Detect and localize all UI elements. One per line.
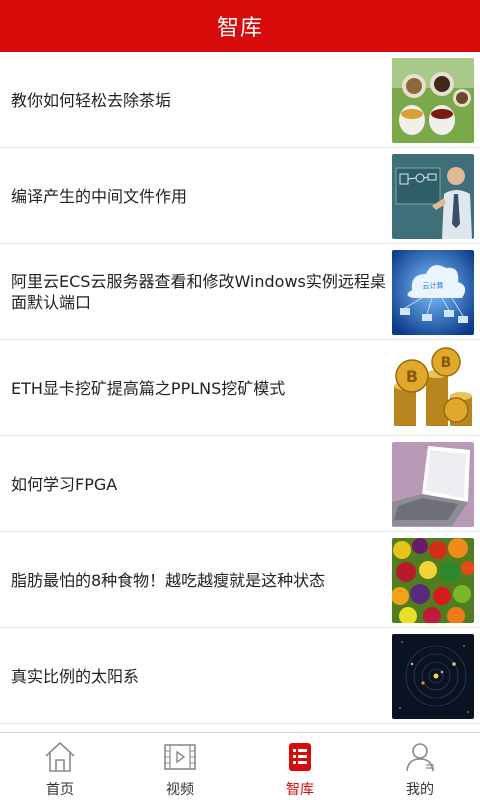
list-item[interactable]: 如何学习FPGA — [0, 436, 480, 532]
tab-label: 我的 — [406, 782, 434, 798]
tab-label: 智库 — [286, 782, 314, 798]
list-item[interactable]: 真实比例的太阳系 — [0, 628, 480, 724]
tab-zhiku[interactable]: 智库 — [240, 733, 360, 800]
list-item[interactable]: 编译产生的中间文件作用 — [0, 148, 480, 244]
article-title[interactable]: 脂肪最怕的8种食物！越吃越瘦就是这种状态 — [11, 532, 391, 628]
vegetables-fruits-image[interactable] — [392, 538, 474, 623]
businessman-whiteboard-image[interactable] — [392, 154, 474, 239]
bottom-tab-bar: 首页 视频 智库 我的 — [0, 732, 480, 800]
page-title: 智库 — [216, 16, 263, 41]
cloud-computing-image[interactable]: 云计算 — [392, 250, 474, 335]
user-icon — [406, 743, 434, 772]
app-header: 智库 — [0, 0, 480, 52]
tea-cups-image[interactable] — [392, 58, 474, 143]
svg-text:B: B — [441, 355, 452, 371]
article-title[interactable]: ETH显卡挖矿提高篇之PPLNS挖矿模式 — [11, 340, 391, 436]
tab-label: 首页 — [46, 782, 74, 798]
tab-label: 视频 — [166, 782, 194, 798]
article-list[interactable]: 教你如何轻松去除茶垢 编译产生的中间文件作用 阿里云ECS云服务器查看和修改Wi… — [0, 52, 480, 732]
tab-video[interactable]: 视频 — [120, 733, 240, 800]
tab-home[interactable]: 首页 — [0, 733, 120, 800]
solar-system-image[interactable] — [392, 634, 474, 719]
tab-mine[interactable]: 我的 — [360, 733, 480, 800]
list-item[interactable]: 阿里云ECS云服务器查看和修改Windows实例远程桌面默认端口 云计算 — [0, 244, 480, 340]
svg-text:B: B — [406, 367, 418, 386]
list-item[interactable]: 教你如何轻松去除茶垢 — [0, 52, 480, 148]
home-icon — [45, 742, 75, 772]
bitcoin-coins-image[interactable]: B B — [392, 346, 474, 431]
video-icon — [164, 744, 196, 770]
list-item[interactable]: 脂肪最怕的8种食物！越吃越瘦就是这种状态 — [0, 532, 480, 628]
list-item[interactable]: ETH显卡挖矿提高篇之PPLNS挖矿模式 B B — [0, 340, 480, 436]
article-title[interactable]: 真实比例的太阳系 — [11, 628, 391, 724]
svg-text:云计算: 云计算 — [423, 281, 444, 290]
article-title[interactable]: 编译产生的中间文件作用 — [11, 148, 391, 244]
article-title[interactable]: 教你如何轻松去除茶垢 — [11, 52, 391, 148]
list-icon — [289, 743, 311, 771]
article-title[interactable]: 阿里云ECS云服务器查看和修改Windows实例远程桌面默认端口 — [11, 244, 391, 340]
article-title[interactable]: 如何学习FPGA — [11, 436, 391, 532]
laptop-image[interactable] — [392, 442, 474, 527]
